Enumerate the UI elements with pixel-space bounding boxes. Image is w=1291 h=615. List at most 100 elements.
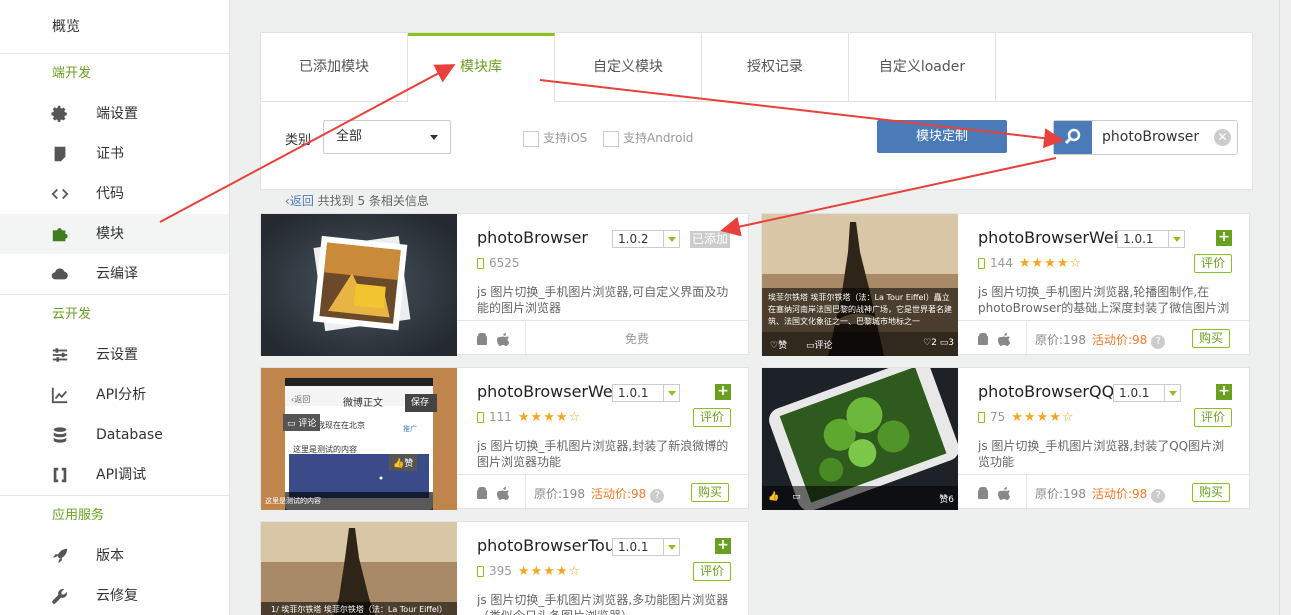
rate-button[interactable]: 评价 [693,562,731,581]
download-count: 111 ★★★★☆ [477,410,581,425]
sidebar-item-certificate[interactable]: 证书 [0,134,229,174]
checkbox-box[interactable] [523,130,539,147]
sidebar-item-api-debug[interactable]: API调试 [0,455,229,495]
added-badge: 已添加 [690,231,730,248]
module-description: js 图片切换_手机图片浏览器,可自定义界面及功能的图片浏览器 [477,285,729,315]
add-module-button[interactable]: + [1216,384,1232,400]
heart-icon: ♡ [923,338,932,348]
buy-button[interactable]: 购买 [1192,329,1230,348]
sidebar-item-version[interactable]: 版本 [0,536,229,576]
scrollbar[interactable] [1279,0,1291,615]
sidebar-item-label: 模块 [96,226,124,242]
module-card[interactable]: photoBrowser 1.0.2 已添加 6525 js 图片切换_手机图片… [260,213,749,357]
sliders-icon [52,348,68,362]
divider [1026,475,1027,511]
cloud-icon [51,268,68,280]
rating-stars: ★★★★☆ [517,564,582,579]
add-module-button[interactable]: + [1216,230,1232,246]
help-icon[interactable]: ? [1151,489,1166,503]
download-count: 395 ★★★★☆ [477,564,581,579]
gear-icon [51,105,67,122]
phone-icon [477,412,484,423]
module-title[interactable]: photoBrowserQQ [978,382,1114,401]
ios-checkbox[interactable]: 支持iOS [523,129,587,147]
module-card[interactable]: 👍 ▭ 赞6 photoBrowserQQ 1.0.1 + 75 ★★★★☆ 评价… [761,367,1250,511]
sidebar-item-label: 云编译 [96,266,138,282]
phone-icon [978,412,985,423]
price-free: 免费 [624,332,649,346]
sidebar-item-label: Database [96,427,163,443]
module-card[interactable]: 1/ 埃菲尔铁塔 埃菲尔铁塔（法：La Tour Eiffel） photoBr… [260,521,749,615]
sidebar-item-database[interactable]: Database [0,415,229,455]
add-module-button[interactable]: + [715,538,731,554]
rate-button[interactable]: 评价 [693,408,731,427]
module-description: js 图片切换_手机图片浏览器,封装了新浪微博的图片浏览器功能 [477,439,729,469]
help-icon[interactable]: ? [650,489,665,503]
search-button[interactable] [1054,121,1092,154]
thumb-actions: ♡赞 ▭评论 ♡2 ▭3 [770,338,954,351]
debug-icon [53,467,67,483]
module-card[interactable]: 埃菲尔铁塔 埃菲尔铁塔（法：La Tour Eiffel）矗立在塞纳河南岸法国巴… [761,213,1250,357]
comment-icon: ▭ [287,419,296,429]
checkbox-box[interactable] [603,130,619,147]
buy-button[interactable]: 购买 [691,483,729,502]
category-select[interactable]: 全部 [323,120,451,154]
android-apple-icon [477,487,509,500]
sidebar-section-client-dev: 端开发 [52,66,92,81]
search-icon [1064,128,1081,145]
sidebar-item-cloud-settings[interactable]: 云设置 [0,335,229,375]
chevron-down-icon [663,539,679,555]
sidebar-item-api-analysis[interactable]: API分析 [0,375,229,415]
download-count: 144 ★★★★☆ [978,256,1082,271]
tab-custom-modules[interactable]: 自定义模块 [555,33,702,101]
sidebar-item-code[interactable]: 代码 [0,174,229,214]
sidebar-item-overview[interactable]: 概览 [0,0,229,54]
card-footer: 原价:198 活动价:98? 购买 [958,474,1249,511]
chevron-down-icon [663,385,679,401]
version-select[interactable]: 1.0.1 [1117,230,1185,248]
sidebar-item-label: 云设置 [96,347,138,363]
download-count: 75 ★★★★☆ [978,410,1075,425]
tab-authorization-records[interactable]: 授权记录 [702,33,849,101]
clear-icon[interactable]: ✕ [1214,129,1231,146]
code-icon [51,188,69,200]
version-select[interactable]: 1.0.1 [612,538,680,556]
back-link[interactable]: ‹返回 [285,194,314,208]
android-checkbox[interactable]: 支持Android [603,129,693,147]
module-title[interactable]: photoBrowser [477,228,588,247]
add-module-button[interactable]: + [715,384,731,400]
help-icon[interactable]: ? [1151,335,1166,349]
tab-module-library[interactable]: 模块库 [408,33,555,103]
module-card[interactable]: ‹返回 微博正文 保存 我现在在北京 推广 ▭ 评论 这里是测试的内容 👍赞 这… [260,367,749,511]
results-summary: ‹返回 共找到 5 条相关信息 [285,192,429,209]
sidebar-item-cloud-compile[interactable]: 云编译 [0,254,229,294]
tab-custom-loader[interactable]: 自定义loader [849,33,996,101]
comment-icon: ▭ [939,338,949,348]
version-select[interactable]: 1.0.1 [1113,384,1181,402]
module-thumbnail: 1/ 埃菲尔铁塔 埃菲尔铁塔（法：La Tour Eiffel） [261,522,457,615]
module-description: js 图片切换_手机图片浏览器,封装了QQ图片浏览功能 [978,439,1225,469]
sidebar-item-client-settings[interactable]: 端设置 [0,94,229,134]
module-description: js 图片切换_手机图片浏览器,轮播图制作,在photoBrowser的基础上深… [978,285,1230,318]
rating-stars: ★★★★☆ [1011,410,1075,425]
custom-module-button[interactable]: 模块定制 [877,120,1007,153]
wrench-icon [52,589,67,604]
price-info: 原价:198 活动价:98? [1035,331,1166,349]
sidebar-item-module[interactable]: 模块 [0,214,229,254]
buy-button[interactable]: 购买 [1192,483,1230,502]
sidebar-item-label: API调试 [96,467,147,483]
version-select[interactable]: 1.0.1 [612,384,680,402]
android-apple-icon [978,487,1010,500]
weibo-location: 我现在在北京 [317,421,365,430]
tab-added-modules[interactable]: 已添加模块 [261,33,408,101]
version-select[interactable]: 1.0.2 [612,230,680,248]
rate-button[interactable]: 评价 [1194,254,1232,273]
search-input[interactable]: photoBrowser [1102,121,1199,154]
rate-button[interactable]: 评价 [1194,408,1232,427]
weibo-foot: 这里是测试的内容 [265,497,321,505]
price-info: 原价:198 活动价:98? [534,485,665,503]
rating-stars: ★★★★☆ [1018,256,1083,271]
sidebar-item-hotfix[interactable]: 云修复 [0,576,229,615]
sidebar-section-cloud-dev: 云开发 [52,307,92,322]
search-box[interactable]: photoBrowser ✕ [1053,120,1238,155]
